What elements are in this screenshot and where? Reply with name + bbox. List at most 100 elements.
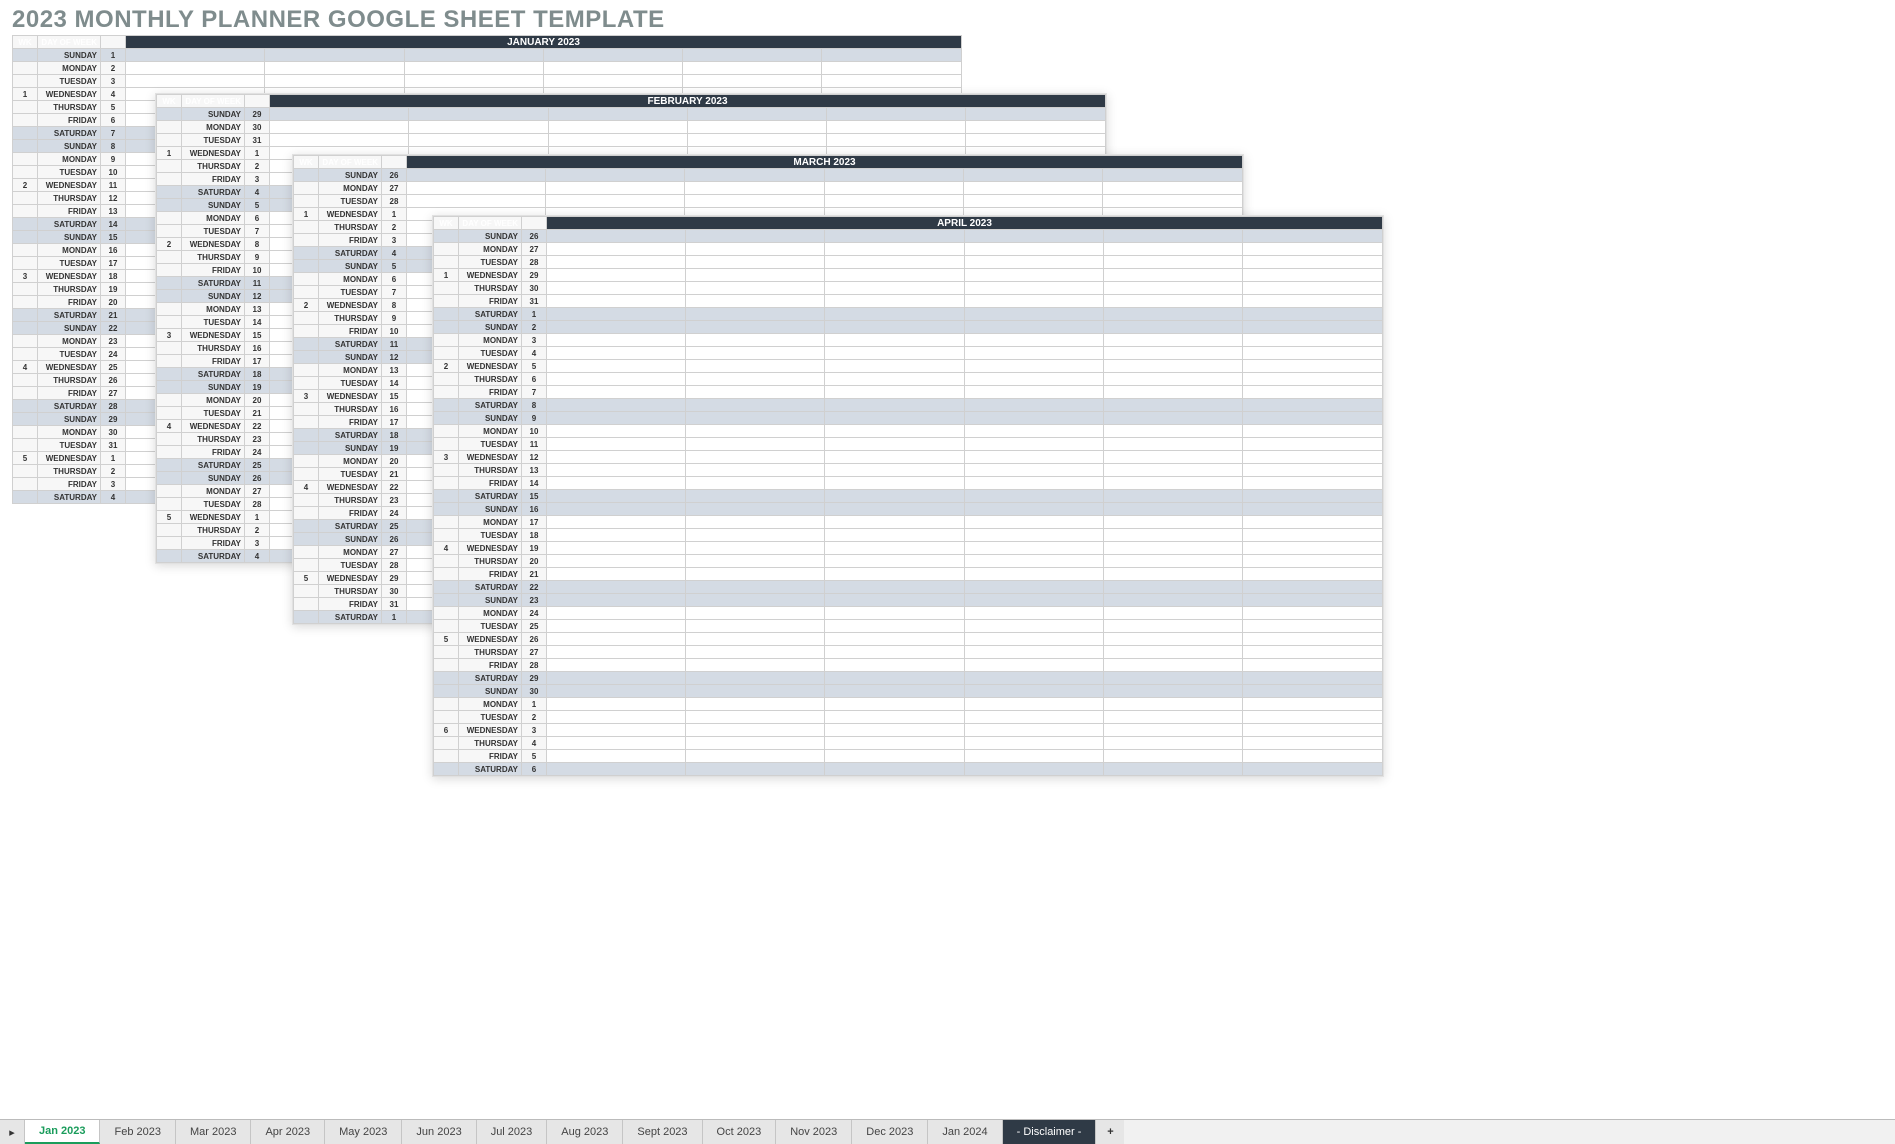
planner-cell[interactable] <box>825 750 964 763</box>
planner-cell[interactable] <box>1103 438 1242 451</box>
planner-cell[interactable] <box>964 256 1103 269</box>
planner-cell[interactable] <box>547 503 686 516</box>
planner-cell[interactable] <box>543 75 682 88</box>
planner-cell[interactable] <box>547 685 686 698</box>
planner-cell[interactable] <box>966 121 1106 134</box>
planner-cell[interactable] <box>1103 607 1242 620</box>
planner-cell[interactable] <box>964 750 1103 763</box>
planner-cell[interactable] <box>964 295 1103 308</box>
planner-cell[interactable] <box>685 182 824 195</box>
planner-cell[interactable] <box>1242 659 1382 672</box>
planner-cell[interactable] <box>686 451 825 464</box>
planner-cell[interactable] <box>547 295 686 308</box>
planner-cell[interactable] <box>1242 685 1382 698</box>
planner-cell[interactable] <box>1242 399 1382 412</box>
planner-cell[interactable] <box>822 75 962 88</box>
planner-cell[interactable] <box>825 321 964 334</box>
planner-cell[interactable] <box>966 108 1106 121</box>
planner-cell[interactable] <box>683 49 822 62</box>
planner-cell[interactable] <box>1103 425 1242 438</box>
planner-cell[interactable] <box>1242 308 1382 321</box>
planner-cell[interactable] <box>1103 490 1242 503</box>
planner-cell[interactable] <box>964 698 1103 711</box>
planner-cell[interactable] <box>686 295 825 308</box>
planner-cell[interactable] <box>265 75 404 88</box>
planner-cell[interactable] <box>1242 503 1382 516</box>
planner-cell[interactable] <box>547 711 686 724</box>
sheet-tab[interactable]: Jul 2023 <box>477 1120 548 1144</box>
planner-cell[interactable] <box>964 490 1103 503</box>
planner-cell[interactable] <box>547 373 686 386</box>
planner-cell[interactable] <box>964 334 1103 347</box>
planner-cell[interactable] <box>1242 516 1382 529</box>
planner-cell[interactable] <box>825 399 964 412</box>
planner-cell[interactable] <box>547 555 686 568</box>
planner-cell[interactable] <box>686 672 825 685</box>
planner-cell[interactable] <box>825 542 964 555</box>
planner-cell[interactable] <box>825 698 964 711</box>
planner-cell[interactable] <box>1242 646 1382 659</box>
planner-cell[interactable] <box>686 438 825 451</box>
planner-cell[interactable] <box>1103 373 1242 386</box>
planner-cell[interactable] <box>1103 464 1242 477</box>
planner-cell[interactable] <box>547 360 686 373</box>
planner-cell[interactable] <box>1103 386 1242 399</box>
planner-cell[interactable] <box>825 451 964 464</box>
planner-cell[interactable] <box>547 646 686 659</box>
planner-cell[interactable] <box>1242 555 1382 568</box>
planner-cell[interactable] <box>825 633 964 646</box>
planner-cell[interactable] <box>964 360 1103 373</box>
planner-cell[interactable] <box>686 269 825 282</box>
planner-cell[interactable] <box>547 230 686 243</box>
planner-cell[interactable] <box>825 529 964 542</box>
planner-cell[interactable] <box>686 256 825 269</box>
planner-cell[interactable] <box>548 134 687 147</box>
planner-cell[interactable] <box>686 477 825 490</box>
planner-cell[interactable] <box>1103 724 1242 737</box>
planner-cell[interactable] <box>1242 464 1382 477</box>
planner-cell[interactable] <box>126 62 265 75</box>
planner-cell[interactable] <box>825 386 964 399</box>
planner-cell[interactable] <box>825 269 964 282</box>
planner-cell[interactable] <box>409 134 548 147</box>
planner-cell[interactable] <box>404 62 543 75</box>
planner-cell[interactable] <box>547 425 686 438</box>
planner-cell[interactable] <box>547 516 686 529</box>
planner-cell[interactable] <box>686 607 825 620</box>
planner-cell[interactable] <box>963 182 1102 195</box>
planner-cell[interactable] <box>822 62 962 75</box>
planner-cell[interactable] <box>547 490 686 503</box>
planner-cell[interactable] <box>964 399 1103 412</box>
planner-cell[interactable] <box>1242 438 1382 451</box>
planner-cell[interactable] <box>404 49 543 62</box>
planner-cell[interactable] <box>964 308 1103 321</box>
planner-cell[interactable] <box>964 581 1103 594</box>
planner-cell[interactable] <box>686 321 825 334</box>
planner-cell[interactable] <box>1242 737 1382 750</box>
planner-cell[interactable] <box>547 399 686 412</box>
planner-cell[interactable] <box>1103 256 1242 269</box>
planner-cell[interactable] <box>686 568 825 581</box>
sheet-tab[interactable]: Oct 2023 <box>703 1120 777 1144</box>
planner-cell[interactable] <box>1242 360 1382 373</box>
planner-cell[interactable] <box>1242 568 1382 581</box>
planner-cell[interactable] <box>1242 477 1382 490</box>
planner-cell[interactable] <box>1103 321 1242 334</box>
planner-cell[interactable] <box>964 607 1103 620</box>
planner-cell[interactable] <box>270 108 409 121</box>
planner-cell[interactable] <box>1103 503 1242 516</box>
planner-cell[interactable] <box>1103 672 1242 685</box>
planner-cell[interactable] <box>1103 698 1242 711</box>
planner-cell[interactable] <box>1242 490 1382 503</box>
planner-cell[interactable] <box>686 711 825 724</box>
sheet-tab[interactable]: Apr 2023 <box>251 1120 325 1144</box>
planner-cell[interactable] <box>964 477 1103 490</box>
planner-cell[interactable] <box>1103 334 1242 347</box>
planner-cell[interactable] <box>547 386 686 399</box>
planner-cell[interactable] <box>964 412 1103 425</box>
planner-cell[interactable] <box>1242 412 1382 425</box>
planner-cell[interactable] <box>825 230 964 243</box>
planner-cell[interactable] <box>964 230 1103 243</box>
planner-cell[interactable] <box>686 724 825 737</box>
planner-cell[interactable] <box>126 49 265 62</box>
